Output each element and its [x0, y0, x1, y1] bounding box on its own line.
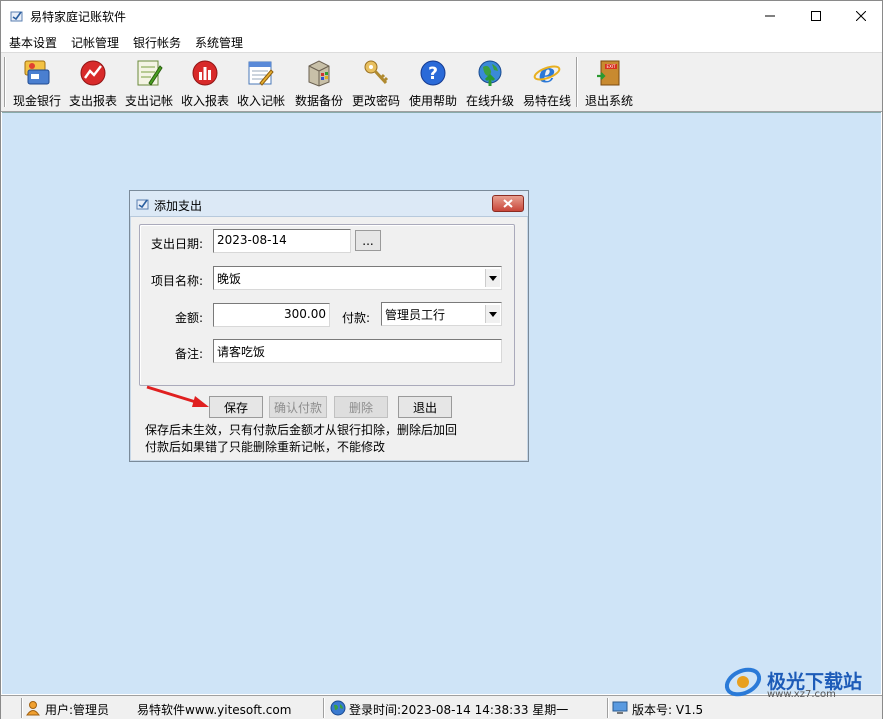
- exit-button[interactable]: 退出: [398, 396, 452, 418]
- tool-label: 退出系统: [584, 94, 633, 108]
- tool-expense-report[interactable]: 支出报表: [65, 53, 121, 111]
- dialog-note-2: 付款后如果错了只能删除重新记帐，不能修改: [145, 440, 386, 454]
- remark-field[interactable]: 请客吃饭: [213, 339, 502, 363]
- key-icon: [364, 60, 389, 85]
- status-company: 易特软件www.yitesoft.com: [137, 703, 292, 717]
- watermark-url: www.xz7.com: [767, 689, 836, 700]
- payment-label: 付款:: [342, 311, 371, 325]
- tool-label: 数据备份: [294, 94, 343, 108]
- user-icon: [26, 701, 40, 716]
- amount-label: 金额:: [175, 311, 204, 325]
- expense-entry-icon: [137, 60, 163, 86]
- backup-icon: [308, 60, 330, 87]
- monitor-icon: [612, 701, 628, 714]
- minimize-icon: [765, 15, 775, 17]
- app-window: 易特家庭记账软件 基本设置 记帐管理 银行帐务 系统管理 现金银行 支出报表 支…: [0, 0, 883, 719]
- exit-icon: EXIT: [597, 60, 620, 86]
- status-divider: [607, 698, 609, 718]
- dialog-note-1: 保存后未生效，只有付款后金额才从银行扣除，删除后加回: [145, 423, 458, 437]
- close-icon: [856, 11, 866, 21]
- minimize-button[interactable]: [747, 1, 793, 31]
- tool-label: 更改密码: [351, 94, 400, 108]
- chevron-down-icon: [489, 275, 497, 281]
- date-field[interactable]: 2023-08-14: [213, 229, 351, 253]
- item-value: 晚饭: [217, 272, 242, 286]
- tool-help[interactable]: ? 使用帮助: [405, 53, 461, 111]
- watermark: 极光下载站 www.xz7.com: [723, 661, 883, 701]
- tool-label: 支出记帐: [124, 94, 173, 108]
- svg-text:?: ?: [428, 64, 438, 84]
- tool-label: 易特在线: [522, 94, 571, 108]
- help-icon: ?: [420, 60, 446, 86]
- svg-text:EXIT: EXIT: [607, 64, 616, 69]
- maximize-icon: [811, 11, 821, 21]
- app-icon: [136, 199, 149, 210]
- tool-label: 收入记帐: [236, 94, 285, 108]
- cash-bank-icon: [24, 60, 50, 85]
- dialog-close-button[interactable]: [492, 195, 524, 212]
- payment-value: 管理员工行: [385, 308, 446, 322]
- close-icon: [503, 199, 513, 208]
- item-label: 项目名称:: [151, 274, 204, 288]
- tool-backup[interactable]: 数据备份: [291, 53, 347, 111]
- remark-label: 备注:: [175, 347, 204, 361]
- chevron-down-icon: [489, 311, 497, 317]
- date-label: 支出日期:: [151, 237, 204, 251]
- app-icon: [10, 11, 23, 22]
- delete-button[interactable]: 删除: [334, 396, 388, 418]
- red-arrow-annotation: [146, 385, 209, 407]
- date-picker-button[interactable]: ...: [355, 230, 381, 251]
- tool-cash-bank[interactable]: 现金银行: [9, 53, 65, 111]
- menu-bar: 基本设置 记帐管理 银行帐务 系统管理: [1, 31, 882, 52]
- watermark-logo-icon: [724, 667, 762, 697]
- dialog-title: 添加支出: [154, 199, 203, 213]
- title-bar: 易特家庭记账软件: [1, 1, 882, 31]
- toolbar: 现金银行 支出报表 支出记帐 收入报表 收入记帐 数据备份 更改密码 ? 使用帮…: [1, 52, 882, 112]
- expense-form-group: 支出日期: 2023-08-14 ... 项目名称: 晚饭 金额: 300.00…: [139, 224, 515, 386]
- toolbar-separator: [576, 57, 578, 107]
- dialog-title-bar: 添加支出: [130, 191, 528, 217]
- globe-icon: [330, 700, 346, 716]
- add-expense-dialog: 添加支出 支出日期: 2023-08-14 ... 项目名称: 晚饭 金额: 3…: [129, 190, 529, 462]
- tool-label: 支出报表: [68, 94, 117, 108]
- upgrade-icon: [478, 60, 502, 86]
- menu-system[interactable]: 系统管理: [195, 34, 243, 51]
- payment-dropdown-button[interactable]: [485, 305, 500, 323]
- income-report-icon: [192, 60, 218, 86]
- amount-field[interactable]: 300.00: [213, 303, 330, 327]
- window-title: 易特家庭记账软件: [30, 10, 127, 24]
- tool-change-password[interactable]: 更改密码: [348, 53, 404, 111]
- tool-upgrade[interactable]: 在线升级: [462, 53, 518, 111]
- tool-label: 在线升级: [465, 94, 514, 108]
- tool-exit[interactable]: EXIT 退出系统: [581, 53, 637, 111]
- tool-label: 现金银行: [12, 94, 61, 108]
- item-dropdown-button[interactable]: [485, 269, 500, 287]
- confirm-payment-button[interactable]: 确认付款: [269, 396, 327, 418]
- status-divider: [21, 698, 23, 718]
- status-divider: [323, 698, 325, 718]
- svg-text:e: e: [539, 59, 556, 88]
- menu-bank[interactable]: 银行帐务: [133, 34, 181, 51]
- tool-label: 使用帮助: [408, 94, 457, 108]
- payment-combo[interactable]: 管理员工行: [381, 302, 502, 326]
- tool-expense-entry[interactable]: 支出记帐: [121, 53, 177, 111]
- tool-income-report[interactable]: 收入报表: [177, 53, 233, 111]
- income-entry-icon: [248, 61, 274, 86]
- item-combo[interactable]: 晚饭: [213, 266, 502, 290]
- toolbar-separator: [4, 57, 6, 107]
- tool-yite-online[interactable]: e 易特在线: [519, 53, 575, 111]
- maximize-button[interactable]: [793, 1, 839, 31]
- status-login-time: 登录时间:2023-08-14 14:38:33 星期一: [349, 703, 569, 717]
- menu-basic-settings[interactable]: 基本设置: [9, 34, 57, 51]
- menu-accounting[interactable]: 记帐管理: [71, 34, 119, 51]
- tool-income-entry[interactable]: 收入记帐: [233, 53, 289, 111]
- save-button[interactable]: 保存: [209, 396, 263, 418]
- tool-label: 收入报表: [180, 94, 229, 108]
- expense-report-icon: [80, 60, 106, 86]
- close-button[interactable]: [838, 1, 883, 31]
- ie-icon: e: [533, 59, 561, 88]
- status-version: 版本号: V1.5: [632, 703, 704, 717]
- status-user: 用户:管理员: [45, 703, 110, 717]
